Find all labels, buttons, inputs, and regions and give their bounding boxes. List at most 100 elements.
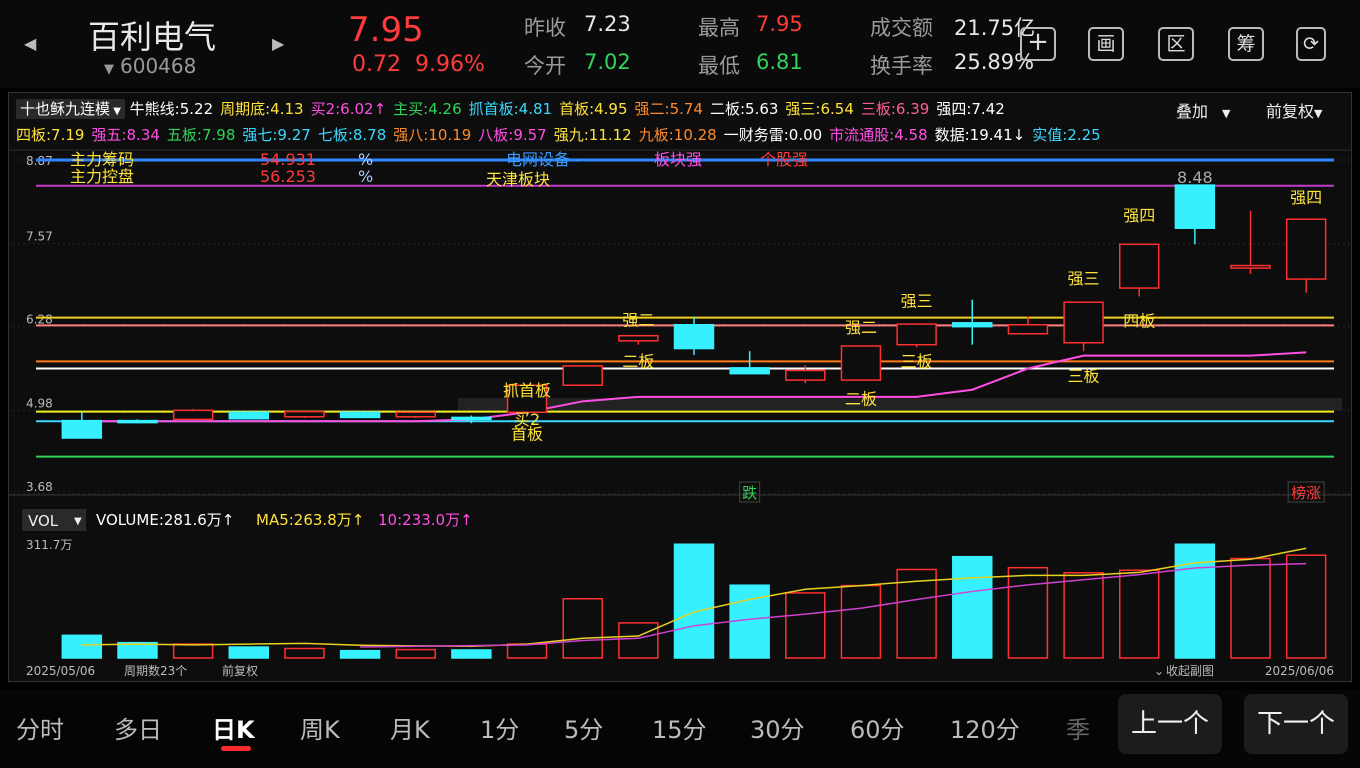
overlay-button[interactable]: 叠加 ▼ [1176, 98, 1230, 122]
tab-分时[interactable]: 分时 [16, 710, 64, 745]
candle-up [284, 410, 325, 418]
ma10-value: 10:233.0万↑ [378, 511, 473, 529]
kline-chart[interactable]: 8.877.576.284.983.68抓首板买2首板强二二板强二二板强三三板强… [8, 92, 1352, 682]
indicator-selector[interactable]: 十也稣九连模 ▼ [16, 99, 125, 119]
chevron-down-icon: ▼ [1222, 107, 1231, 120]
volume-bar [506, 643, 548, 659]
price-change: 0.72 9.96% [352, 52, 485, 77]
indicator-value: 买2:6.02↑ [310, 100, 387, 118]
rotate-screen-icon[interactable]: ⟳ [1296, 27, 1326, 61]
tab-5分[interactable]: 5分 [564, 710, 603, 745]
prev-stock-button[interactable]: 上一个 [1118, 694, 1222, 754]
volume-bar [1007, 566, 1049, 659]
signal-label: 强二 [845, 318, 877, 337]
indicator-value: 数据:19.41↓ [934, 126, 1026, 144]
signal-label: 首板 [511, 424, 543, 443]
chips-tool-button[interactable]: 筹 [1228, 27, 1264, 61]
turnover-label: 成交额 [870, 16, 933, 40]
open-value: 7.02 [584, 50, 631, 74]
draw-tool-button[interactable]: 画 [1088, 27, 1124, 61]
candle-down [673, 323, 715, 350]
indicator-value: 强四:7.42 [936, 100, 1005, 118]
volume-bar [1063, 572, 1104, 659]
stock-code[interactable]: ▼ 600468 [104, 54, 196, 78]
indicator-value: 首板:4.95 [559, 100, 628, 118]
kline-chart-panel[interactable]: 8.877.576.284.983.68抓首板买2首板强二二板强二二板强三三板强… [8, 92, 1352, 682]
low-label: 最低 [698, 54, 740, 78]
signal-label: 三板 [901, 352, 933, 371]
indicator-value: 牛熊线:5.22 [129, 100, 214, 118]
signal-label: 二板 [622, 352, 654, 371]
adjust-button[interactable]: 前复权▼ [1266, 98, 1322, 122]
y-tick-label: 3.68 [26, 480, 53, 494]
volume-bar [785, 592, 826, 659]
tab-日K[interactable]: 日K [212, 710, 255, 745]
signal-label: 强二 [622, 310, 654, 329]
candle-up [840, 345, 882, 381]
indicator-value: 强八:10.19 [393, 126, 472, 144]
signal-label: 8.48 [1177, 168, 1213, 187]
chevron-down-icon: ▼ [74, 516, 82, 527]
turnover-rate-label: 换手率 [870, 54, 933, 78]
y-tick-label: 7.57 [26, 230, 53, 244]
candle-up [172, 409, 214, 421]
high-value: 7.95 [756, 12, 803, 36]
control-value: 56.253 [260, 167, 316, 186]
tab-60分[interactable]: 60分 [850, 710, 905, 745]
candle-up [395, 411, 436, 418]
candle-up [618, 334, 659, 342]
high-label: 最高 [698, 16, 740, 40]
signal-label: 三板 [1068, 366, 1100, 385]
tab-15分[interactable]: 15分 [652, 710, 707, 745]
vol-max-tick: 311.7万 [26, 538, 72, 552]
signal-label: 强三 [901, 292, 933, 311]
prev-close-label: 昨收 [524, 16, 566, 40]
range-tool-button[interactable]: 区 [1158, 27, 1194, 61]
volume-bar [228, 646, 270, 659]
indicator-value: 四板:7.19 [16, 126, 85, 144]
add-watchlist-icon[interactable]: + [1020, 27, 1056, 61]
volume-value: VOLUME:281.6万↑ [96, 511, 234, 529]
tab-季[interactable]: 季 [1066, 710, 1090, 745]
candle-up [1007, 323, 1049, 335]
period-count: 周期数23个 [124, 663, 187, 678]
indicator-value: 九板:10.28 [638, 126, 717, 144]
tab-多日[interactable]: 多日 [114, 710, 162, 745]
next-stock-arrow-icon[interactable]: ▶ [272, 34, 284, 53]
indicator-value: 五板:7.98 [166, 126, 236, 144]
ma10-line [360, 562, 1307, 648]
tab-1分[interactable]: 1分 [480, 710, 519, 745]
sector-strength: 板块强 [654, 150, 702, 169]
tab-月K[interactable]: 月K [390, 710, 430, 745]
collapse-subchart[interactable]: 收起副图 [1166, 664, 1214, 678]
prev-stock-arrow-icon[interactable]: ◀ [24, 34, 36, 53]
chevron-down-icon: ▼ [110, 106, 121, 117]
signal-label: 强四 [1123, 206, 1155, 225]
footer-adjust: 前复权 [222, 663, 258, 678]
indicator-value: 强七:9.27 [242, 126, 311, 144]
volume-bar [840, 584, 882, 659]
code-dropdown-icon: ▼ [104, 62, 114, 77]
tab-30分[interactable]: 30分 [750, 710, 805, 745]
candle-down [952, 322, 993, 328]
indicator-value: 七板:8.78 [317, 126, 387, 144]
date-start: 2025/05/06 [26, 664, 95, 678]
tab-120分[interactable]: 120分 [950, 710, 1020, 745]
candle-up [1285, 218, 1327, 280]
bottom-mark: 跌 [742, 484, 757, 502]
last-price: 7.95 [348, 10, 424, 50]
volume-bar [618, 622, 659, 659]
chevron-down-icon: ▼ [1314, 107, 1323, 120]
overlay-label: 叠加 [1176, 102, 1209, 121]
candle-down [117, 419, 158, 424]
tab-周K[interactable]: 周K [300, 710, 340, 745]
stock-strength: 个股强 [760, 150, 808, 169]
indicator-values-row2: 四板:7.19 强五:8.34 五板:7.98 强七:9.27 七板:8.78 强八:10… [16, 124, 1108, 145]
indicator-value: 主买:4.26 [393, 100, 462, 118]
candle-up [1063, 301, 1104, 344]
volume-bar [952, 555, 993, 659]
indicator-value: 一财务雷:0.00 [723, 126, 823, 144]
next-stock-button[interactable]: 下一个 [1244, 694, 1348, 754]
bottom-mark: 榜涨 [1291, 484, 1321, 502]
control-pct: % [358, 167, 373, 186]
